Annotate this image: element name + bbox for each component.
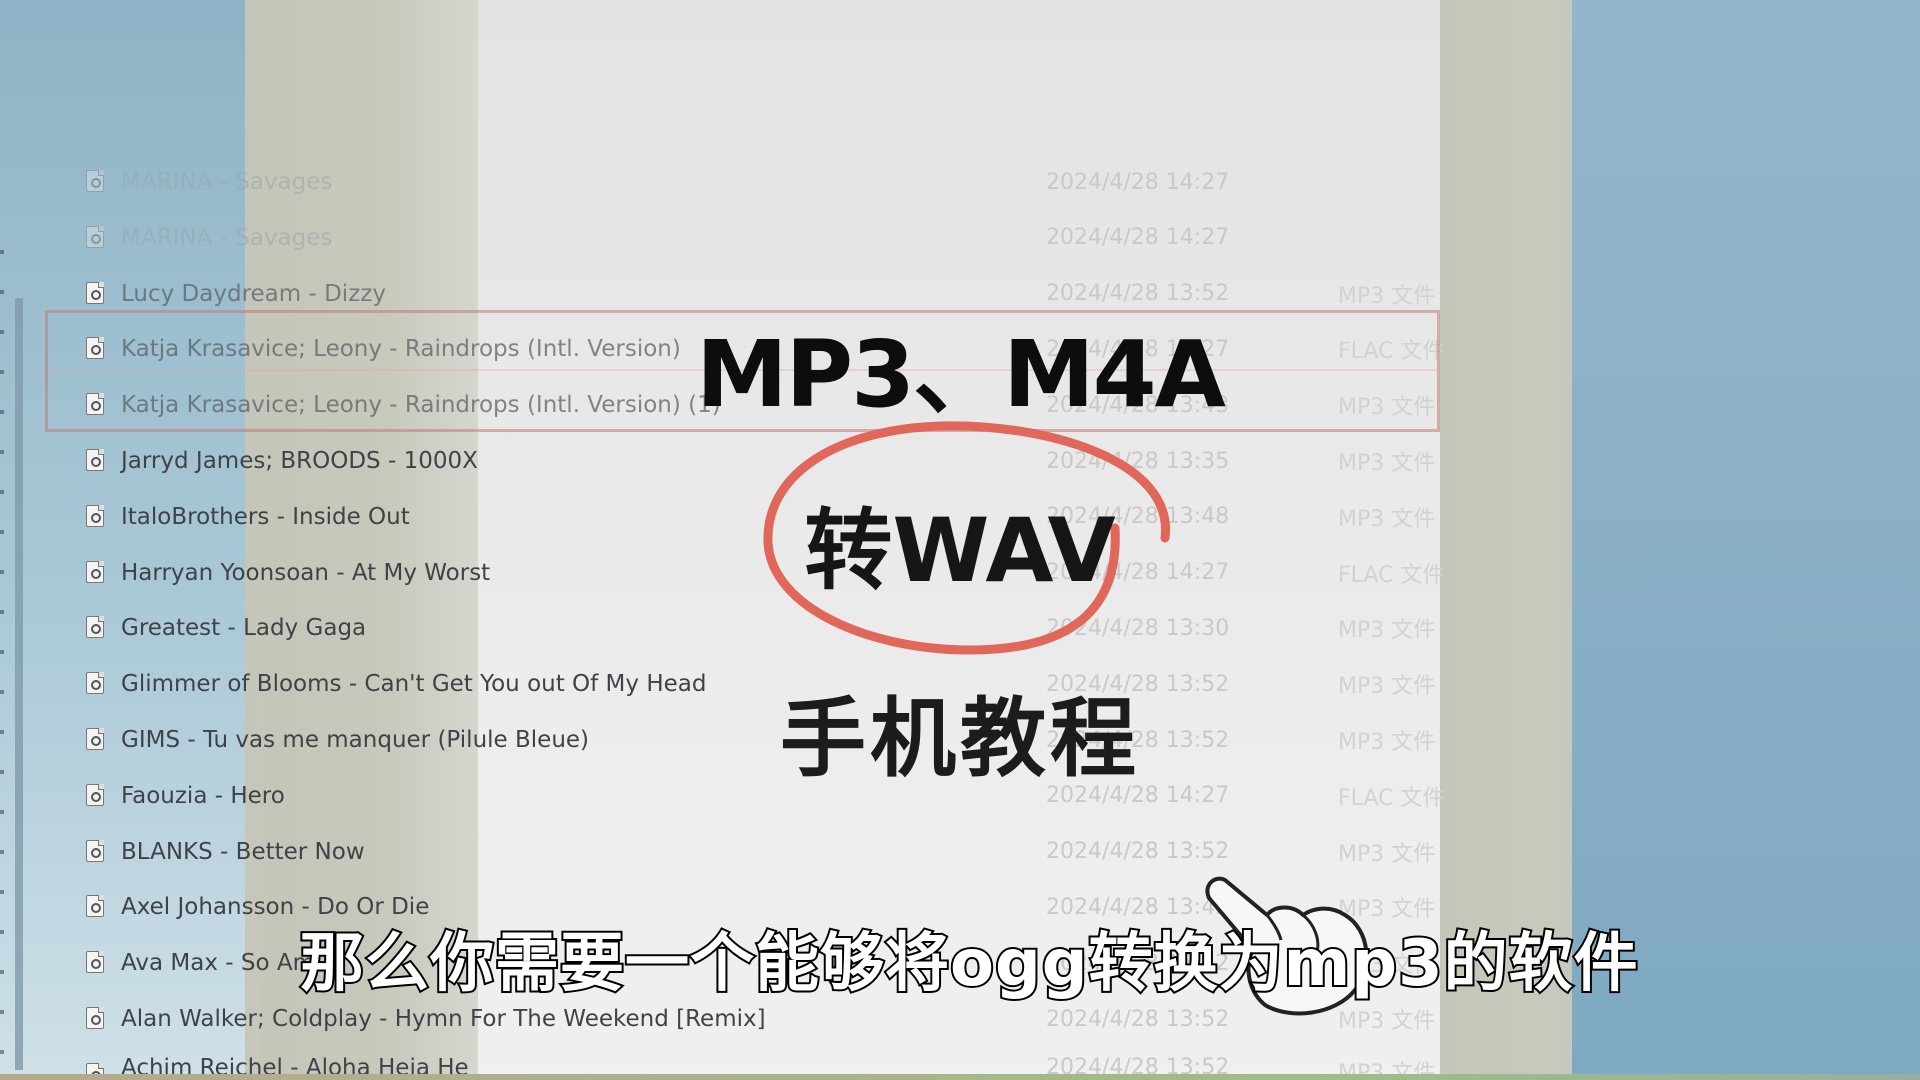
audio-file-icon [86,225,104,248]
video-subtitle: 那么你需要一个能够将ogg转换为mp3的软件 [298,925,1640,1003]
audio-file-icon [86,951,104,974]
file-type: MP3 文件 [1338,730,1436,755]
audio-file-icon [86,1062,104,1074]
file-type: MP3 文件 [1338,506,1436,532]
file-name: Achim Reichel - Aloha Heja He [121,1054,469,1074]
audio-file-icon [86,616,104,639]
audio-file-icon [86,170,104,192]
file-name: MARINA - Savages [121,224,333,251]
file-date: 2024/4/28 13:52 [1046,1054,1230,1074]
file-type: FLAC 文件 [1338,785,1445,811]
file-type: MP3 文件 [1338,618,1436,644]
file-type: MP3 文件 [1338,841,1436,867]
file-date: 2024/4/28 14:27 [1046,169,1230,195]
file-row[interactable]: Achim Reichel - Aloha Heja He 2024/4/28 1… [80,1055,1440,1074]
background-right [1572,0,1920,1080]
file-name: ItaloBrothers - Inside Out [121,503,410,530]
file-type: MP3 文件 [1338,283,1436,309]
audio-file-icon [86,560,104,583]
audio-file-icon [86,1007,104,1029]
file-type: FLAC 文件 [1338,562,1445,588]
file-row[interactable]: BLANKS - Better Now 2024/4/28 13:52 MP3 文件 [80,832,1440,872]
file-name: GIMS - Tu vas me manquer (Pilule Bleue) [121,727,590,753]
audio-file-icon [86,728,104,750]
title-convert-wav: 转WAV [804,499,1116,602]
file-name: BLANKS - Better Now [121,838,365,865]
audio-file-icon [86,449,104,471]
file-type: MP3 文件 [1338,1060,1436,1074]
file-type: MP3 文件 [1338,674,1436,700]
bottom-strip [0,1074,1920,1080]
file-row[interactable]: MARINA - Savages 2024/4/28 14:27 [80,218,1440,258]
title-formats: MP3、M4A [696,321,1226,428]
file-name: Ava Max - So Am I [121,950,330,977]
file-name: Glimmer of Blooms - Can't Get You out Of… [121,671,707,698]
file-name: Greatest - Lady Gaga [121,615,367,642]
file-name: Alan Walker; Coldplay - Hymn For The Wee… [121,1006,766,1032]
file-name: Faouzia - Hero [121,782,285,809]
audio-file-icon [86,783,104,806]
file-date: 2024/4/28 14:27 [1046,225,1230,251]
file-name: Jarryd James; BROODS - 1000X [121,448,478,474]
audio-file-icon [86,895,104,918]
audio-file-icon [86,672,104,695]
audio-file-icon [86,839,104,862]
file-row[interactable]: MARINA - Savages 2024/4/28 14:27 [80,162,1440,202]
audio-file-icon [86,281,104,304]
audio-file-icon [86,504,104,527]
file-type: MP3 文件 [1338,451,1436,476]
file-date: 2024/4/28 13:52 [1046,839,1230,865]
file-name: Harryan Yoonsoan - At My Worst [121,559,491,586]
file-name: MARINA - Savages [121,169,333,195]
file-name: Lucy Daydream - Dizzy [121,280,386,307]
title-mobile-tutorial: 手机教程 [780,689,1140,789]
